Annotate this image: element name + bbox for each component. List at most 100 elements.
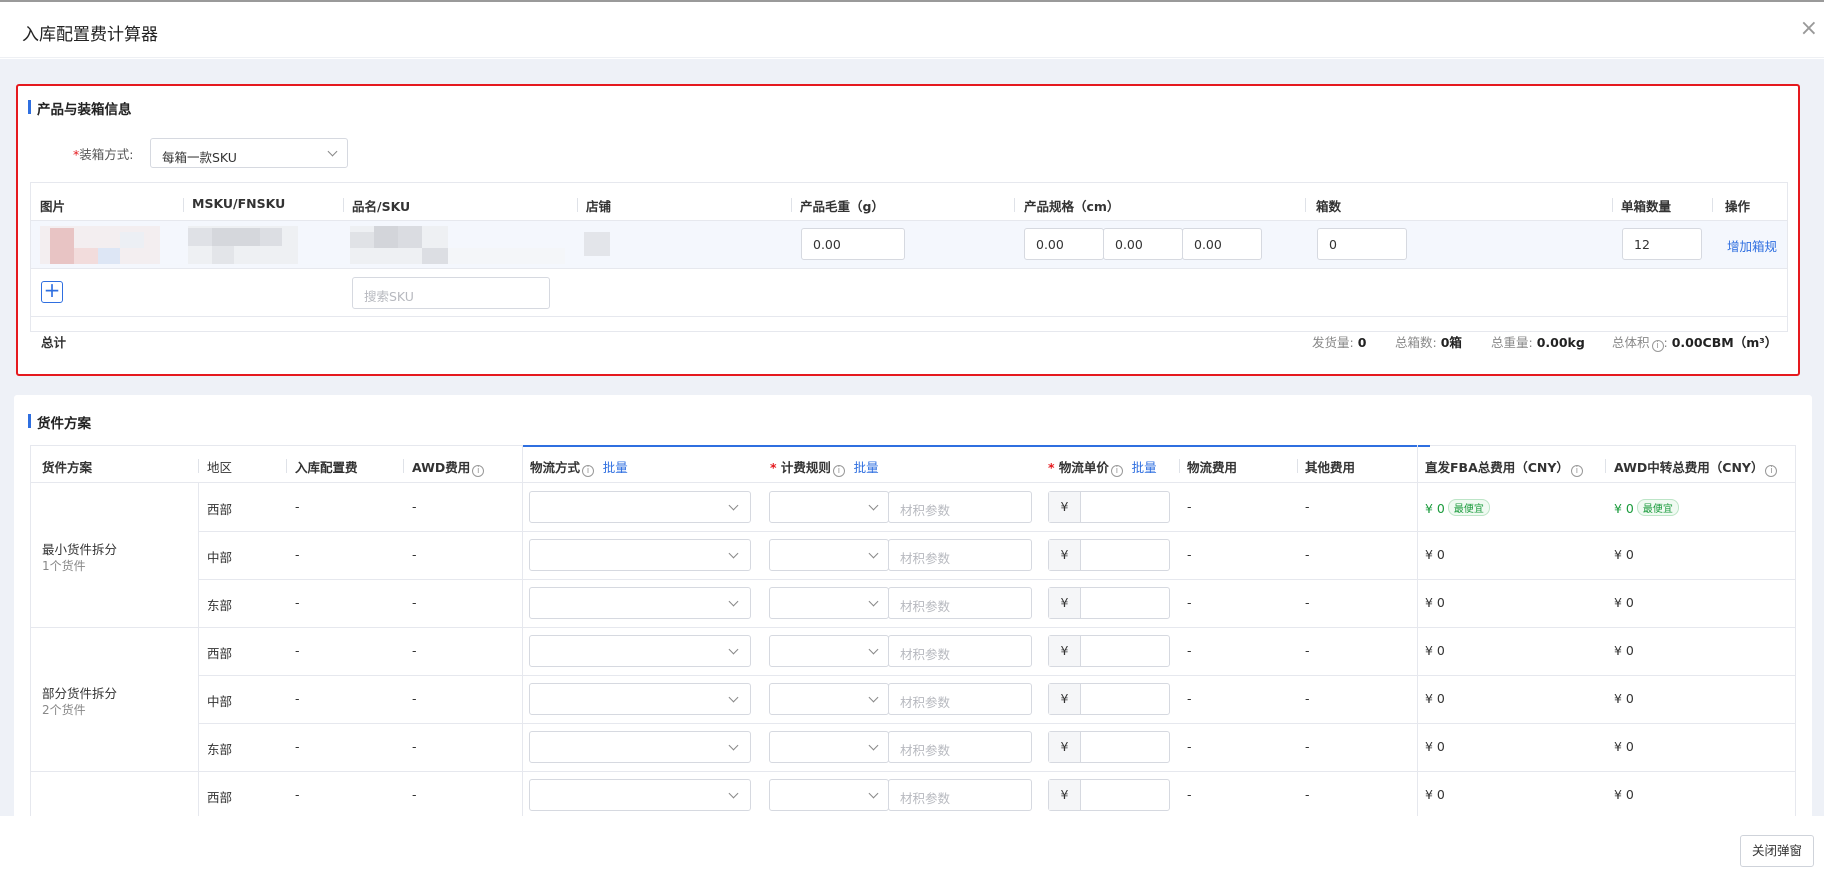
logistics-fee-cell: - xyxy=(1187,739,1192,754)
placement-fee-cell: - xyxy=(295,691,300,706)
length-input[interactable]: 0.00 xyxy=(1024,228,1104,260)
billing-rule-select[interactable] xyxy=(769,491,889,523)
add-product-button[interactable]: + xyxy=(41,280,63,303)
logistics-fee-cell: - xyxy=(1187,547,1192,562)
volume-param-input[interactable]: 材积参数 xyxy=(888,683,1032,715)
currency-prefix: ¥ xyxy=(1049,732,1081,762)
modal-header: 入库配置费计算器 × xyxy=(0,2,1824,58)
info-icon: i xyxy=(472,465,485,477)
unit-price-input[interactable]: ¥ xyxy=(1048,635,1170,667)
packing-method-label: *装箱方式: xyxy=(73,144,133,163)
unit-price-input[interactable]: ¥ xyxy=(1048,683,1170,715)
plan-name: 最小货件拆分 xyxy=(42,542,118,557)
col-box-count: 箱数 xyxy=(1316,199,1342,214)
billing-rule-select[interactable] xyxy=(769,539,889,571)
logistics-fee-cell: - xyxy=(1187,595,1192,610)
other-fee-cell: - xyxy=(1305,787,1310,802)
unit-price-input[interactable]: ¥ xyxy=(1048,491,1170,523)
region-cell: 西部 xyxy=(207,502,233,517)
currency-prefix: ¥ xyxy=(1049,492,1081,522)
close-icon[interactable]: × xyxy=(1800,16,1818,41)
col-action: 操作 xyxy=(1725,199,1751,214)
chevron-down-icon xyxy=(868,740,879,751)
fba-total-cell: ¥ 0 最便宜 xyxy=(1425,499,1490,516)
awd-total-cell: ¥ 0 xyxy=(1614,787,1634,802)
fba-total-cell: ¥ 0 xyxy=(1425,595,1445,610)
width-input[interactable]: 0.00 xyxy=(1103,228,1183,260)
chevron-down-icon xyxy=(728,596,739,607)
billing-rule-select[interactable] xyxy=(769,731,889,763)
height-input[interactable]: 0.00 xyxy=(1182,228,1262,260)
unit-price-input[interactable]: ¥ xyxy=(1048,779,1170,811)
shipment-section-title: 货件方案 xyxy=(28,412,91,432)
logistics-fee-cell: - xyxy=(1187,643,1192,658)
placement-fee-cell: - xyxy=(295,787,300,802)
unit-price-input[interactable]: ¥ xyxy=(1048,587,1170,619)
other-fee-cell: - xyxy=(1305,499,1310,514)
packing-method-value: 每箱一款SKU xyxy=(162,150,237,165)
awd-fee-cell: - xyxy=(412,595,417,610)
chevron-down-icon xyxy=(728,788,739,799)
currency-prefix: ¥ xyxy=(1049,684,1081,714)
col-fba-total: 直发FBA总费用（CNY） i xyxy=(1425,457,1583,477)
info-icon: i xyxy=(1765,465,1778,477)
volume-param-input[interactable]: 材积参数 xyxy=(888,731,1032,763)
col-region: 地区 xyxy=(207,460,233,475)
logistics-method-select[interactable] xyxy=(529,635,751,667)
sku-search-input[interactable]: 搜索SKU xyxy=(352,277,550,309)
fba-total-cell: ¥ 0 xyxy=(1425,691,1445,706)
billing-rule-select[interactable] xyxy=(769,779,889,811)
add-box-spec-link[interactable]: 增加箱规 xyxy=(1727,236,1777,255)
placement-fee-cell: - xyxy=(295,499,300,514)
volume-param-input[interactable]: 材积参数 xyxy=(888,779,1032,811)
plan-sub: 1个货件 xyxy=(42,559,86,573)
placement-fee-cell: - xyxy=(295,643,300,658)
region-cell: 西部 xyxy=(207,646,233,661)
batch-price-link[interactable]: 批量 xyxy=(1132,460,1157,475)
info-icon: i xyxy=(1110,465,1123,477)
box-count-stat: 总箱数: 0箱 xyxy=(1395,335,1462,350)
logistics-method-select[interactable] xyxy=(529,539,751,571)
close-dialog-button[interactable]: 关闭弹窗 xyxy=(1740,835,1814,867)
billing-rule-select[interactable] xyxy=(769,587,889,619)
chevron-down-icon xyxy=(728,644,739,655)
logistics-method-select[interactable] xyxy=(529,587,751,619)
batch-logistics-link[interactable]: 批量 xyxy=(603,460,628,475)
col-dimensions: 产品规格（cm） xyxy=(1024,199,1120,214)
col-weight: 产品毛重（g） xyxy=(800,199,884,214)
col-awd-total: AWD中转总费用（CNY） i xyxy=(1614,457,1778,477)
batch-billing-link[interactable]: 批量 xyxy=(854,460,879,475)
billing-rule-select[interactable] xyxy=(769,635,889,667)
col-logistics-method: 物流方式 i 批量 xyxy=(530,460,628,477)
unit-price-input[interactable]: ¥ xyxy=(1048,539,1170,571)
billing-rule-select[interactable] xyxy=(769,683,889,715)
total-volume-stat: 总体积 i: 0.00CBM（m³） xyxy=(1612,335,1778,352)
volume-param-input[interactable]: 材积参数 xyxy=(888,539,1032,571)
unit-price-input[interactable]: ¥ xyxy=(1048,731,1170,763)
cheapest-badge: 最便宜 xyxy=(1447,499,1490,516)
fba-total-cell: ¥ 0 xyxy=(1425,547,1445,562)
editable-columns-highlight xyxy=(522,445,1430,447)
col-name-sku: 品名/SKU xyxy=(352,199,411,214)
store-value xyxy=(584,232,610,256)
currency-prefix: ¥ xyxy=(1049,780,1081,810)
region-cell: 东部 xyxy=(207,598,233,613)
logistics-method-select[interactable] xyxy=(529,779,751,811)
awd-fee-cell: - xyxy=(412,643,417,658)
packing-label-text: 装箱方式: xyxy=(79,147,134,162)
logistics-fee-cell: - xyxy=(1187,691,1192,706)
other-fee-cell: - xyxy=(1305,595,1310,610)
volume-param-input[interactable]: 材积参数 xyxy=(888,635,1032,667)
logistics-method-select[interactable] xyxy=(529,491,751,523)
logistics-method-select[interactable] xyxy=(529,731,751,763)
qty-per-box-input[interactable]: 12 xyxy=(1622,228,1702,260)
awd-fee-cell: - xyxy=(412,547,417,562)
volume-param-input[interactable]: 材积参数 xyxy=(888,491,1032,523)
packing-method-select[interactable]: 每箱一款SKU xyxy=(150,138,348,168)
box-count-input[interactable]: 0 xyxy=(1317,228,1407,260)
logistics-fee-cell: - xyxy=(1187,787,1192,802)
logistics-method-select[interactable] xyxy=(529,683,751,715)
col-logistics-fee: 物流费用 xyxy=(1187,460,1238,475)
volume-param-input[interactable]: 材积参数 xyxy=(888,587,1032,619)
weight-input[interactable]: 0.00 xyxy=(801,228,905,260)
